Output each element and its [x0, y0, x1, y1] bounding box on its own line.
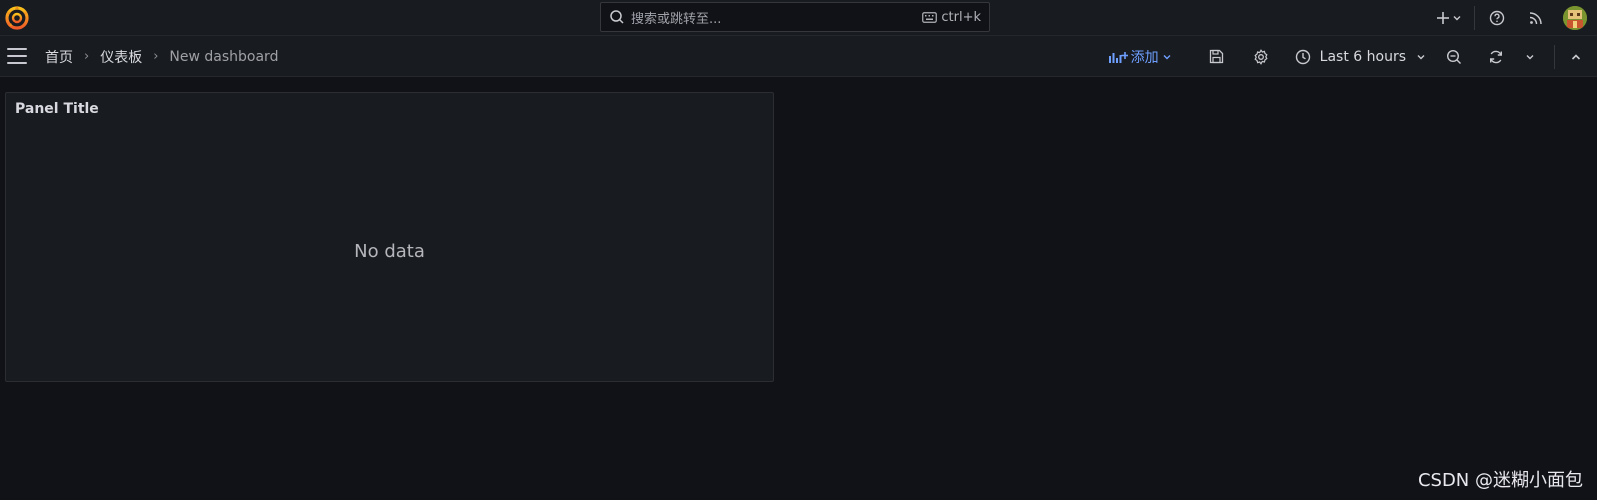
settings-button[interactable] [1239, 36, 1283, 77]
breadcrumb: 首页 › 仪表板 › New dashboard [45, 36, 278, 77]
hamburger-icon [7, 62, 27, 64]
search-shortcut: ctrl+k [922, 10, 981, 25]
time-range-label: Last 6 hours [1319, 48, 1406, 65]
breadcrumb-home[interactable]: 首页 [45, 47, 73, 67]
chevron-down-icon [1163, 54, 1171, 59]
refresh-button[interactable] [1476, 36, 1516, 77]
dashboard-nav-bar: 首页 › 仪表板 › New dashboard 添加 Last 6 hours [0, 36, 1597, 77]
top-bar: 搜索或跳转至... ctrl+k [0, 0, 1597, 36]
refresh-interval-button[interactable] [1516, 36, 1544, 77]
search-placeholder: 搜索或跳转至... [631, 11, 722, 27]
search-icon [609, 9, 625, 25]
zoom-out-icon [1446, 49, 1461, 64]
dashboard-panel[interactable]: Panel Title No data [5, 92, 774, 382]
menu-toggle-button[interactable] [7, 48, 27, 64]
hamburger-icon [7, 55, 27, 57]
breadcrumb-current: New dashboard [169, 48, 279, 65]
news-button[interactable] [1519, 0, 1553, 36]
dashboard-toolbar: 添加 Last 6 hours [1108, 36, 1597, 77]
chevron-down-icon [1417, 54, 1425, 59]
refresh-icon [1490, 50, 1503, 63]
zoom-out-button[interactable] [1432, 36, 1476, 77]
grafana-logo-icon[interactable] [4, 5, 30, 31]
time-range-picker[interactable]: Last 6 hours [1295, 49, 1426, 65]
plus-icon [1437, 12, 1449, 24]
add-panel-icon [1108, 51, 1128, 63]
user-avatar [1563, 6, 1587, 30]
save-button[interactable] [1195, 36, 1239, 77]
chevron-down-icon [1453, 16, 1461, 21]
watermark: CSDN @迷糊小面包 [1417, 470, 1583, 491]
help-icon [1489, 10, 1505, 26]
save-icon [1210, 49, 1224, 64]
keyboard-icon [922, 11, 938, 23]
chevron-down-icon [1526, 54, 1534, 59]
panel-title[interactable]: Panel Title [15, 101, 99, 117]
breadcrumb-separator: › [153, 49, 159, 64]
settings-gear-icon [1254, 48, 1268, 65]
no-data-message: No data [354, 241, 425, 262]
shortcut-label: ctrl+k [941, 9, 981, 25]
clock-icon [1295, 49, 1310, 64]
breadcrumb-separator: › [84, 49, 90, 64]
add-button[interactable]: 添加 [1108, 47, 1175, 67]
search-bar[interactable]: 搜索或跳转至... ctrl+k [600, 2, 990, 32]
hamburger-icon [7, 48, 27, 50]
help-button[interactable] [1475, 0, 1519, 36]
news-rss-icon [1529, 12, 1542, 25]
breadcrumb-dashboards[interactable]: 仪表板 [100, 47, 142, 67]
profile-button[interactable] [1553, 0, 1597, 36]
add-label: 添加 [1130, 49, 1159, 66]
new-button[interactable] [1432, 0, 1466, 36]
chevron-up-icon [1571, 53, 1581, 60]
topbar-actions [1432, 0, 1597, 36]
collapse-button[interactable] [1555, 36, 1597, 77]
